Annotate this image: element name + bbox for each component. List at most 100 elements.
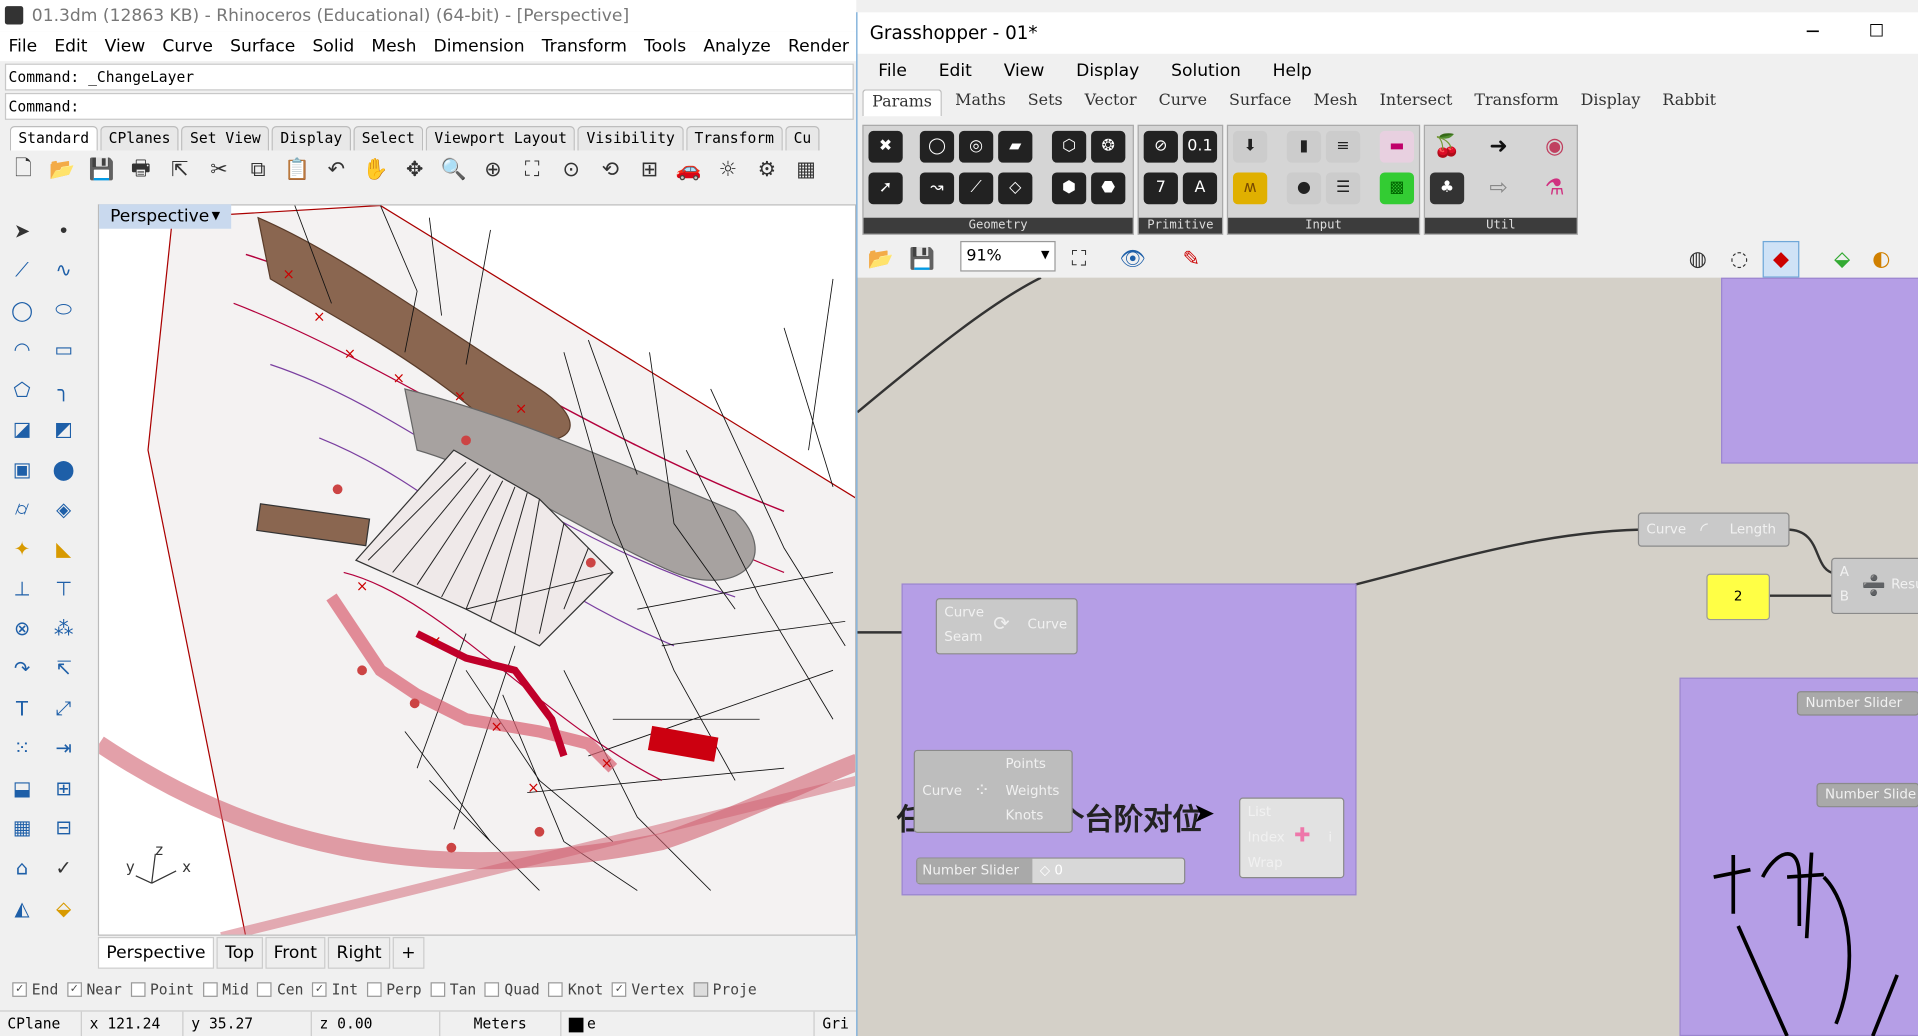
- perspective-viewport[interactable]: × × × × × × × × × × × y z x: [97, 204, 857, 936]
- menu-surface[interactable]: Surface: [222, 32, 304, 61]
- viewport-tab-right[interactable]: Right: [327, 936, 391, 969]
- menu-mesh[interactable]: Mesh: [363, 32, 425, 61]
- menu-tools[interactable]: Tools: [635, 32, 694, 61]
- osnap-project-checkbox[interactable]: [693, 982, 708, 997]
- param-vector-icon[interactable]: ➚: [868, 172, 903, 205]
- copy-icon[interactable]: ⧉: [240, 152, 277, 189]
- gh-menu-edit[interactable]: Edit: [918, 56, 983, 85]
- status-cplane[interactable]: CPlane: [0, 1011, 83, 1036]
- osnap-quad[interactable]: Quad: [484, 976, 540, 1003]
- text-icon[interactable]: T: [2, 689, 41, 728]
- menu-solid[interactable]: Solid: [304, 32, 363, 61]
- param-text-icon[interactable]: A: [1182, 172, 1218, 205]
- material-icon[interactable]: ◐: [1863, 241, 1900, 278]
- osnap-point[interactable]: Point: [130, 976, 194, 1003]
- menu-dimension[interactable]: Dimension: [425, 32, 533, 61]
- param-geometry-icon[interactable]: ⬢: [1051, 172, 1087, 205]
- viewport-tab-top[interactable]: Top: [216, 936, 263, 969]
- input-gradient-icon[interactable]: ▬: [1379, 130, 1415, 163]
- gh-tab-intersect[interactable]: Intersect: [1371, 89, 1461, 116]
- osnap-mid[interactable]: Mid: [202, 976, 249, 1003]
- gh-tab-surface[interactable]: Surface: [1220, 89, 1300, 116]
- align-icon[interactable]: ⊟: [44, 808, 83, 847]
- util-tree-icon[interactable]: ♣: [1429, 172, 1465, 205]
- osnap-near[interactable]: ✓ Near: [66, 976, 122, 1003]
- gh-tab-curve[interactable]: Curve: [1150, 89, 1216, 116]
- osnap-int-checkbox[interactable]: ✓: [312, 982, 327, 997]
- gh-save-icon[interactable]: 💾: [904, 241, 941, 278]
- undo-view-icon[interactable]: ⟲: [592, 152, 629, 189]
- viewport-tab-perspective[interactable]: Perspective: [97, 936, 215, 969]
- input-button-icon[interactable]: ●: [1286, 172, 1322, 205]
- osnap-quad-checkbox[interactable]: [484, 982, 500, 997]
- tab-viewport-layout[interactable]: Viewport Layout: [425, 125, 576, 151]
- osnap-cen[interactable]: Cen: [257, 976, 303, 1003]
- export-icon[interactable]: ⇱: [161, 152, 198, 189]
- util-arrow-icon[interactable]: ➜: [1481, 131, 1515, 163]
- input-value-list-icon[interactable]: ☰: [1325, 172, 1361, 205]
- menu-analyze[interactable]: Analyze: [695, 32, 780, 61]
- component-seam[interactable]: Curve Seam ⟳ Curve: [935, 598, 1078, 655]
- point-icon[interactable]: •: [44, 210, 83, 249]
- gh-tab-mesh[interactable]: Mesh: [1305, 89, 1366, 116]
- menu-curve[interactable]: Curve: [154, 32, 222, 61]
- input-sketch-icon[interactable]: ʍ: [1232, 172, 1268, 205]
- param-circle-icon[interactable]: ◯: [919, 130, 955, 163]
- save-icon[interactable]: 💾: [83, 152, 120, 189]
- param-number-icon[interactable]: 0.1: [1182, 130, 1218, 163]
- bake-icon[interactable]: ⬙: [1824, 241, 1861, 278]
- move-icon[interactable]: ⇥: [44, 729, 83, 768]
- tab-visibility[interactable]: Visibility: [577, 125, 684, 151]
- car-render-icon[interactable]: 🚗: [670, 152, 707, 189]
- gh-tab-transform[interactable]: Transform: [1466, 89, 1567, 116]
- paste-icon[interactable]: 📋: [279, 152, 316, 189]
- surface-corner-icon[interactable]: ◪: [2, 410, 41, 449]
- gh-menu-file[interactable]: File: [857, 56, 917, 85]
- osnap-vertex[interactable]: ✓ Vertex: [611, 976, 684, 1003]
- rectangle-icon[interactable]: ▭: [44, 330, 83, 369]
- osnap-tan[interactable]: Tan: [430, 976, 476, 1003]
- gh-menu-solution[interactable]: Solution: [1150, 56, 1252, 85]
- menu-file[interactable]: File: [0, 32, 46, 61]
- check-icon[interactable]: ✓: [44, 848, 83, 887]
- tab-display[interactable]: Display: [271, 125, 351, 151]
- osnap-mid-checkbox[interactable]: [202, 982, 218, 997]
- add-viewport-tab-button[interactable]: +: [392, 936, 425, 969]
- material-icon[interactable]: ⬙: [44, 888, 83, 927]
- block-icon[interactable]: ⬓: [2, 769, 41, 808]
- rotate-view-icon[interactable]: ✥: [396, 152, 433, 189]
- group-top-right[interactable]: [1721, 277, 1918, 464]
- tab-transform[interactable]: Transform: [685, 125, 783, 151]
- preview-wire-icon[interactable]: ◌: [1721, 241, 1758, 278]
- osnap-knot-checkbox[interactable]: [548, 982, 564, 997]
- param-mesh-icon[interactable]: ❂: [1091, 130, 1126, 163]
- sketch-pen-icon[interactable]: ✎: [1173, 241, 1210, 278]
- fillet-icon[interactable]: ╮: [44, 370, 83, 409]
- undo-icon[interactable]: ↶: [318, 152, 355, 189]
- osnap-project[interactable]: Proje: [693, 976, 757, 1003]
- scale-icon[interactable]: ⤢: [44, 689, 83, 728]
- loft-icon[interactable]: ◩: [44, 410, 83, 449]
- util-flask-icon[interactable]: ⚗: [1538, 172, 1572, 204]
- gh-tab-maths[interactable]: Maths: [947, 89, 1015, 116]
- circle-icon[interactable]: ◯: [2, 290, 41, 329]
- light-icon[interactable]: ☼: [709, 152, 746, 189]
- select-arrow-icon[interactable]: ➤: [2, 210, 41, 249]
- component-division[interactable]: A B ➗ Resu: [1831, 557, 1918, 615]
- curve-icon[interactable]: ∿: [44, 250, 83, 289]
- menu-render[interactable]: Render: [779, 32, 856, 61]
- viewport-title[interactable]: Perspective ▼: [99, 204, 232, 229]
- util-cherry-icon[interactable]: 🍒: [1430, 131, 1464, 163]
- param-plane-icon[interactable]: ◇: [998, 172, 1033, 205]
- viewport-layout-icon[interactable]: ⊞: [631, 152, 668, 189]
- extend-icon[interactable]: ◣: [44, 529, 83, 568]
- param-integer-icon[interactable]: 7: [1143, 172, 1178, 205]
- input-graph-mapper-icon[interactable]: ≡: [1325, 130, 1361, 163]
- viewport-tab-front[interactable]: Front: [265, 936, 326, 969]
- gh-tab-sets[interactable]: Sets: [1019, 89, 1071, 116]
- ellipse-icon[interactable]: ⬭: [44, 290, 83, 329]
- gh-tab-rabbit[interactable]: Rabbit: [1654, 89, 1725, 116]
- osnap-cen-checkbox[interactable]: [257, 982, 273, 997]
- number-slider-a[interactable]: Number Slider: [1796, 691, 1918, 716]
- number-slider-index[interactable]: Number Slider ◇ 0: [916, 857, 1186, 885]
